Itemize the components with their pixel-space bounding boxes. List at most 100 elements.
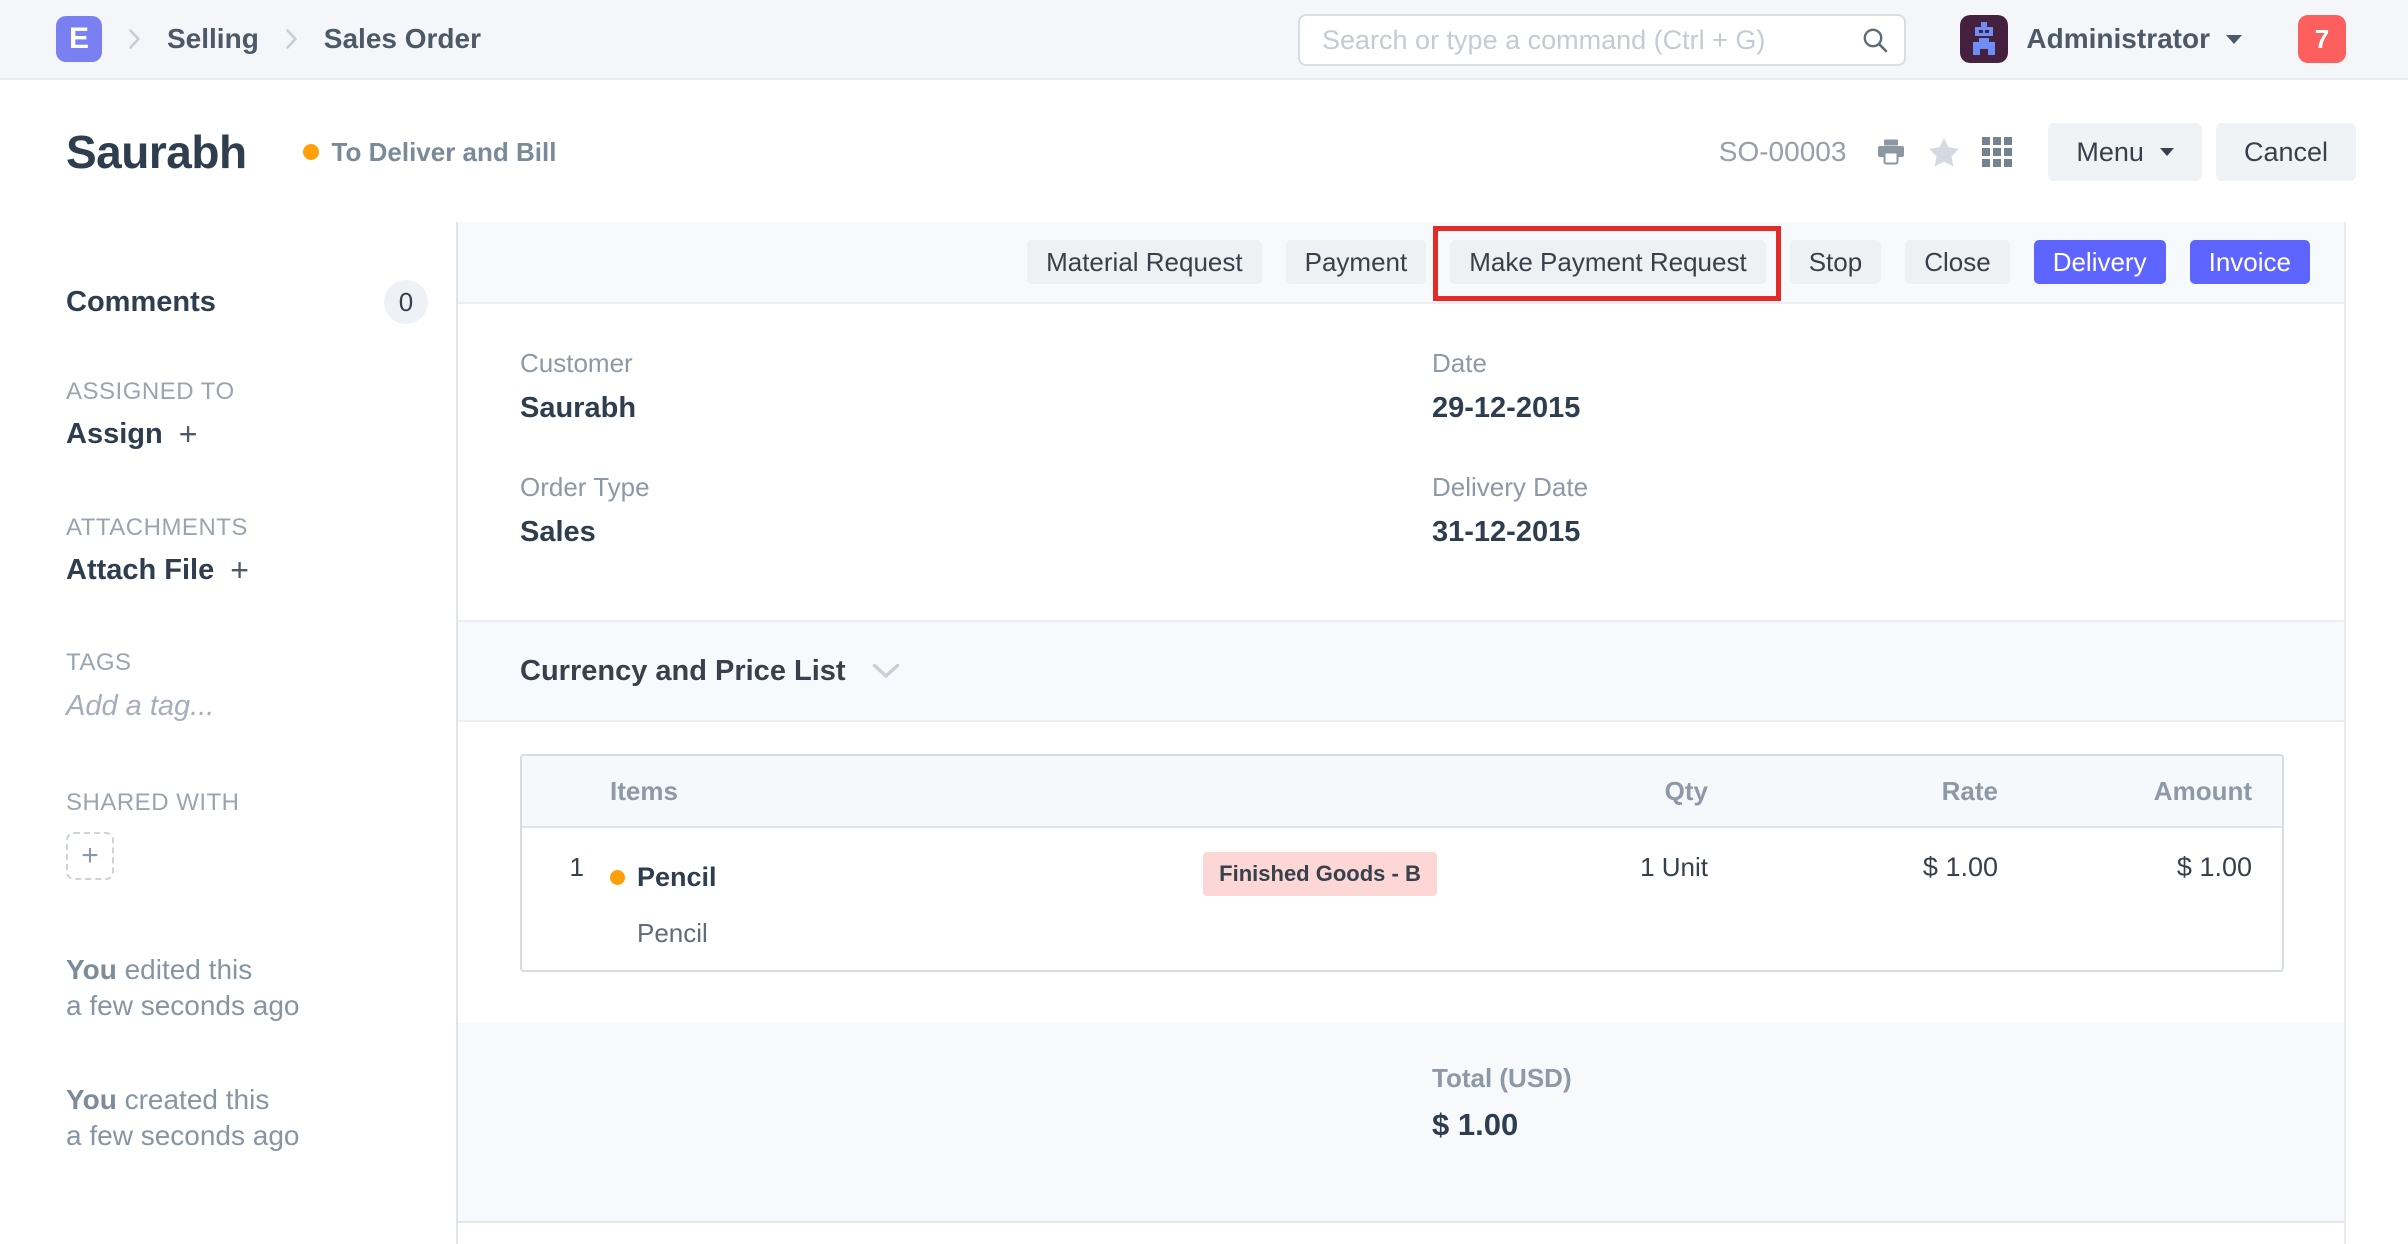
activity-action: created this bbox=[117, 1084, 270, 1115]
delivery-date-value[interactable]: 31-12-2015 bbox=[1432, 515, 1588, 549]
total-label: Total (USD) bbox=[1432, 1063, 1572, 1094]
attach-file-button[interactable]: Attach File + bbox=[66, 552, 249, 589]
amount-cell: $ 1.00 bbox=[1998, 852, 2282, 902]
assign-label: Assign bbox=[66, 418, 163, 451]
tags-label: TAGS bbox=[66, 649, 132, 677]
activity-created: You created this a few seconds ago bbox=[66, 1082, 300, 1154]
date-label: Date bbox=[1432, 348, 1580, 378]
items-section: Items Qty Rate Amount 1 Pencil Finished … bbox=[458, 722, 2344, 1023]
items-table-header: Items Qty Rate Amount bbox=[522, 756, 2282, 828]
highlighted-action-wrapper: Make Payment Request bbox=[1450, 240, 1765, 284]
search-input[interactable] bbox=[1298, 14, 1906, 66]
activity-action: edited this bbox=[117, 954, 252, 985]
search-icon[interactable] bbox=[1860, 25, 1890, 60]
row-index: 1 bbox=[522, 852, 610, 902]
navbar-user-area: Administrator 7 bbox=[1960, 15, 2346, 63]
print-icon[interactable] bbox=[1876, 138, 1906, 166]
total-value: $ 1.00 bbox=[1432, 1107, 1518, 1143]
item-group-badge: Finished Goods - B bbox=[1203, 852, 1437, 896]
app-logo[interactable]: E bbox=[56, 16, 102, 62]
chevron-right-icon bbox=[285, 28, 298, 50]
chevron-right-icon bbox=[128, 28, 141, 50]
star-icon[interactable] bbox=[1928, 137, 1960, 167]
robot-avatar-icon bbox=[1960, 15, 2008, 63]
currency-price-list-section-toggle[interactable]: Currency and Price List bbox=[458, 620, 2344, 722]
activity-edited: You edited this a few seconds ago bbox=[66, 952, 300, 1024]
customer-value[interactable]: Saurabh bbox=[520, 391, 636, 425]
items-table: Items Qty Rate Amount 1 Pencil Finished … bbox=[520, 754, 2284, 972]
material-request-button[interactable]: Material Request bbox=[1027, 240, 1262, 284]
item-group-cell: Finished Goods - B bbox=[1220, 852, 1420, 902]
item-cell: Pencil bbox=[610, 852, 1220, 902]
delivery-date-field: Delivery Date 31-12-2015 bbox=[1432, 472, 1588, 549]
customer-field: Customer Saurabh bbox=[520, 348, 636, 425]
qty-column-header: Qty bbox=[1420, 776, 1708, 807]
date-field: Date 29-12-2015 bbox=[1432, 348, 1580, 425]
assigned-to-label: ASSIGNED TO bbox=[66, 378, 235, 406]
user-avatar[interactable] bbox=[1960, 15, 2008, 63]
order-type-field: Order Type Sales bbox=[520, 472, 650, 549]
customer-label: Customer bbox=[520, 348, 636, 378]
activity-user: You bbox=[66, 1084, 117, 1115]
stop-button[interactable]: Stop bbox=[1790, 240, 1882, 284]
order-details-section: Customer Saurabh Date 29-12-2015 Order T… bbox=[458, 304, 2344, 620]
grid-icon[interactable] bbox=[1982, 137, 2012, 167]
add-share-button[interactable]: + bbox=[66, 832, 114, 880]
erpnext-sales-order-page: E Selling Sales Order bbox=[0, 0, 2408, 1244]
document-actions-toolbar: Material Request Payment Make Payment Re… bbox=[458, 222, 2344, 304]
form-sidebar: Comments 0 ASSIGNED TO Assign + ATTACHME… bbox=[0, 222, 458, 1244]
invoice-button[interactable]: Invoice bbox=[2190, 240, 2310, 284]
rate-cell: $ 1.00 bbox=[1708, 852, 1998, 902]
plus-icon: + bbox=[81, 839, 99, 873]
item-name[interactable]: Pencil bbox=[637, 862, 717, 893]
top-navbar: E Selling Sales Order bbox=[0, 0, 2408, 80]
page-header-actions: SO-00003 Menu bbox=[1719, 82, 2356, 222]
amount-column-header: Amount bbox=[1998, 776, 2282, 807]
item-description: Pencil bbox=[610, 918, 1220, 970]
attachments-label: ATTACHMENTS bbox=[66, 514, 248, 542]
comments-link[interactable]: Comments 0 bbox=[66, 280, 428, 324]
form-main-area: Material Request Payment Make Payment Re… bbox=[458, 222, 2346, 1244]
make-payment-request-button[interactable]: Make Payment Request bbox=[1450, 240, 1765, 284]
rate-column-header: Rate bbox=[1708, 776, 1998, 807]
plus-icon: + bbox=[230, 552, 249, 589]
status-indicator: To Deliver and Bill bbox=[303, 137, 557, 168]
cancel-button[interactable]: Cancel bbox=[2216, 123, 2356, 181]
close-button[interactable]: Close bbox=[1905, 240, 2009, 284]
breadcrumb-selling[interactable]: Selling bbox=[167, 23, 259, 55]
currency-section-label: Currency and Price List bbox=[520, 655, 846, 688]
table-row[interactable]: 1 Pencil Finished Goods - B 1 Unit $ 1.0… bbox=[522, 828, 2282, 970]
qty-cell: 1 Unit bbox=[1420, 852, 1708, 902]
order-type-value[interactable]: Sales bbox=[520, 515, 650, 549]
shared-with-label: SHARED WITH bbox=[66, 789, 240, 817]
attach-file-label: Attach File bbox=[66, 554, 214, 587]
date-value[interactable]: 29-12-2015 bbox=[1432, 391, 1580, 425]
activity-timestamp: a few seconds ago bbox=[66, 1118, 300, 1154]
chevron-down-icon bbox=[2160, 148, 2174, 156]
chevron-down-icon bbox=[872, 663, 900, 680]
delivery-button[interactable]: Delivery bbox=[2034, 240, 2166, 284]
status-dot-icon bbox=[303, 144, 319, 160]
items-column-header: Items bbox=[610, 776, 1220, 807]
user-menu[interactable]: Administrator bbox=[2026, 23, 2210, 55]
document-id: SO-00003 bbox=[1719, 136, 1847, 168]
global-search bbox=[1298, 14, 1906, 66]
status-label: To Deliver and Bill bbox=[332, 137, 557, 168]
breadcrumb-sales-order[interactable]: Sales Order bbox=[324, 23, 481, 55]
page-title: Saurabh bbox=[66, 125, 247, 179]
comments-count-badge: 0 bbox=[384, 280, 428, 324]
add-tag-input[interactable]: Add a tag... bbox=[66, 690, 214, 723]
chevron-down-icon bbox=[2226, 35, 2242, 44]
item-status-dot-icon bbox=[610, 870, 625, 885]
delivery-date-label: Delivery Date bbox=[1432, 472, 1588, 502]
notification-badge[interactable]: 7 bbox=[2298, 15, 2346, 63]
page-header: Saurabh To Deliver and Bill SO-00003 bbox=[0, 82, 2408, 222]
activity-timestamp: a few seconds ago bbox=[66, 988, 300, 1024]
activity-user: You bbox=[66, 954, 117, 985]
menu-button-label: Menu bbox=[2076, 137, 2144, 168]
menu-button[interactable]: Menu bbox=[2048, 123, 2202, 181]
plus-icon: + bbox=[179, 416, 198, 453]
payment-button[interactable]: Payment bbox=[1286, 240, 1427, 284]
assign-button[interactable]: Assign + bbox=[66, 416, 197, 453]
order-type-label: Order Type bbox=[520, 472, 650, 502]
